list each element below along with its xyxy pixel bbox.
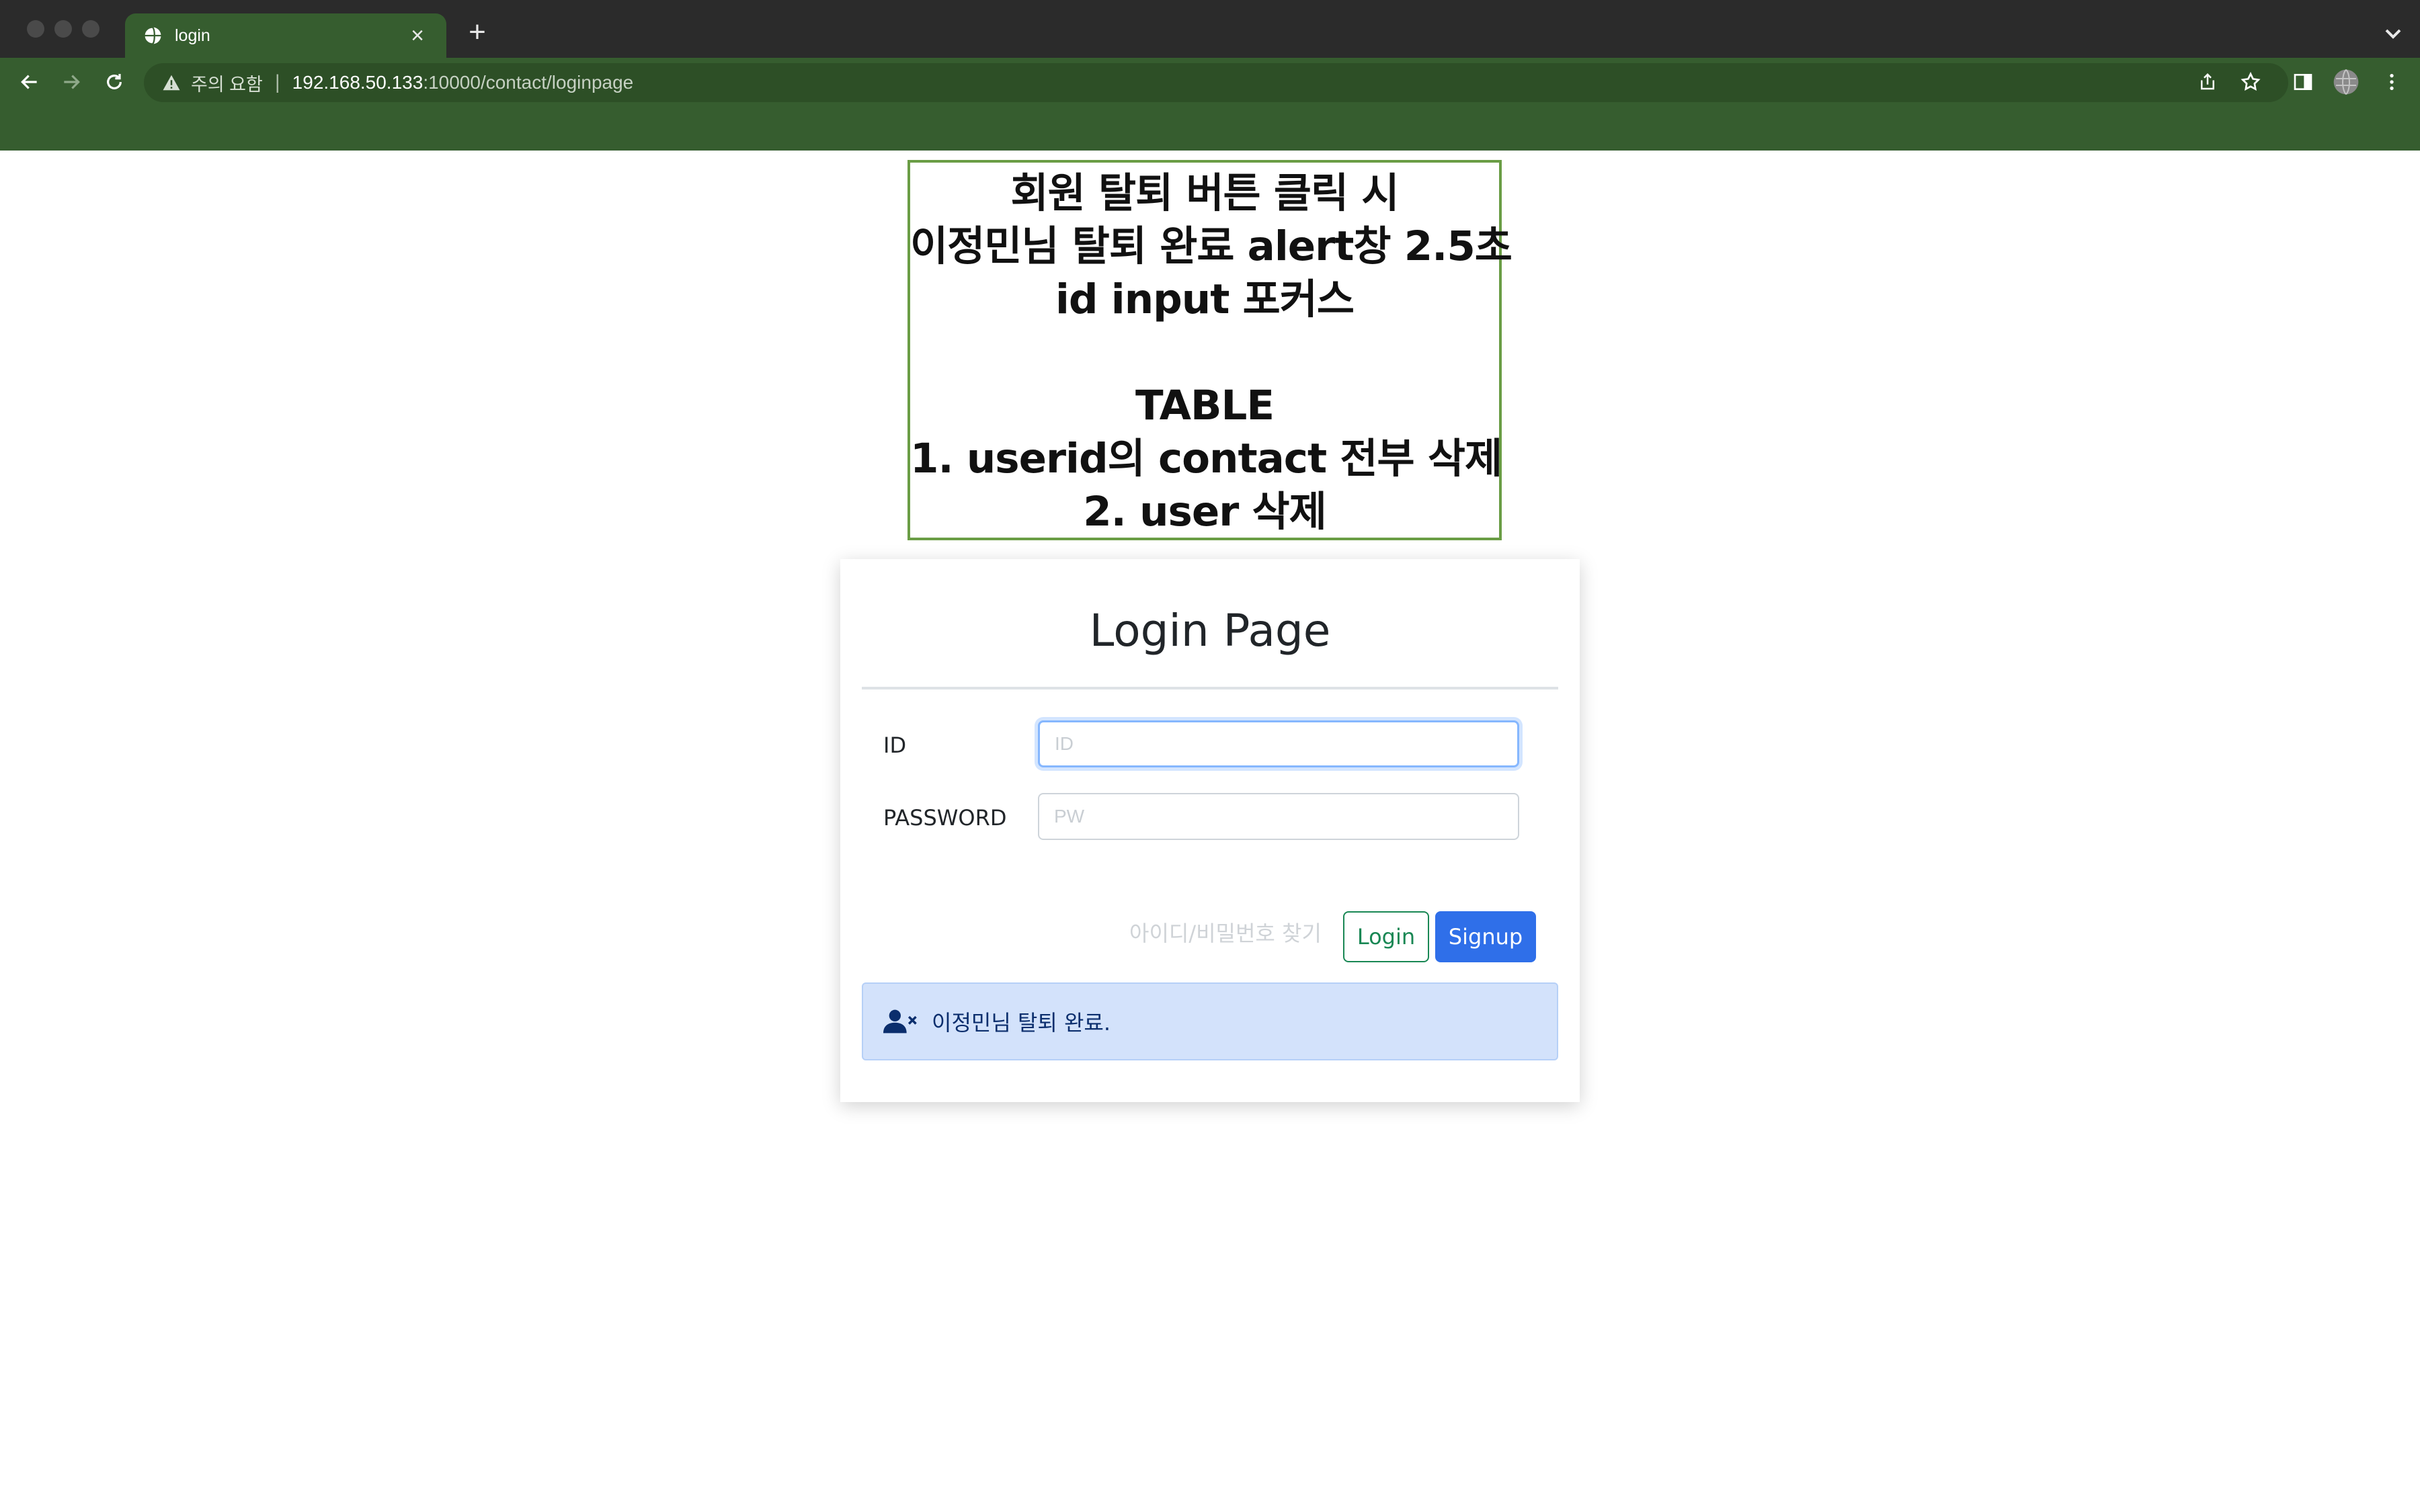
note-line: 2. user 삭제	[1083, 488, 1327, 536]
kebab-menu-icon[interactable]	[2377, 67, 2407, 97]
address-bar[interactable]: 주의 요함 | 192.168.50.133:10000/contact/log…	[144, 63, 2288, 102]
url-path: :10000/contact/loginpage	[423, 72, 634, 93]
reload-icon[interactable]	[99, 67, 129, 97]
browser-tab-bar: login × +	[0, 0, 2420, 58]
id-input[interactable]	[1038, 720, 1519, 767]
withdrawal-alert: 이정민님 탈퇴 완료.	[862, 982, 1558, 1060]
note-line: TABLE	[1135, 382, 1275, 429]
window-zoom-dot[interactable]	[82, 20, 99, 38]
share-icon[interactable]	[2193, 67, 2222, 97]
url-host: 192.168.50.133	[292, 72, 424, 93]
id-label: ID	[883, 732, 907, 758]
note-line: id input 포커스	[1055, 276, 1355, 323]
profile-avatar-icon[interactable]	[2331, 67, 2361, 97]
window-close-dot[interactable]	[27, 20, 44, 38]
browser-toolbar: 주의 요함 | 192.168.50.133:10000/contact/log…	[0, 58, 2420, 151]
page-title: Login Page	[1089, 605, 1331, 657]
tab-close-icon[interactable]: ×	[406, 24, 429, 47]
chevron-down-icon[interactable]	[2380, 20, 2407, 47]
window-minimize-dot[interactable]	[54, 20, 72, 38]
back-arrow-icon[interactable]	[15, 67, 44, 97]
globe-icon	[143, 26, 163, 46]
password-input[interactable]	[1038, 793, 1519, 840]
security-status-label[interactable]: 주의 요함	[191, 70, 263, 96]
user-remove-icon	[883, 1008, 918, 1035]
forward-arrow-icon[interactable]	[56, 67, 86, 97]
warning-triangle-icon[interactable]	[161, 73, 182, 93]
password-label: PASSWORD	[883, 805, 1007, 831]
login-button[interactable]: Login	[1343, 911, 1429, 962]
note-line: 1. userid의 contact 전부 삭제	[910, 435, 1502, 482]
find-account-link[interactable]: 아이디/비밀번호 찾기	[1129, 917, 1322, 948]
star-icon[interactable]	[2236, 67, 2265, 97]
note-line: 이정민님 탈퇴 완료 alert창 2.5초	[910, 222, 1513, 270]
omnibox-separator: |	[274, 71, 280, 93]
divider	[862, 687, 1558, 689]
requirements-note: 회원 탈퇴 버튼 클릭 시 이정민님 탈퇴 완료 alert창 2.5초 id …	[908, 160, 1513, 540]
browser-tab-login[interactable]: login ×	[125, 13, 446, 58]
side-panel-icon[interactable]	[2288, 67, 2318, 97]
signup-button[interactable]: Signup	[1435, 911, 1536, 962]
note-line: 회원 탈퇴 버튼 클릭 시	[1010, 169, 1399, 217]
note-blank-line	[910, 326, 1499, 379]
tab-title: login	[175, 26, 210, 45]
alert-message: 이정민님 탈퇴 완료.	[932, 1010, 1111, 1036]
login-card: Login Page ID PASSWORD 아이디/비밀번호 찾기 Login…	[840, 559, 1580, 1102]
new-tab-button[interactable]: +	[461, 17, 493, 50]
